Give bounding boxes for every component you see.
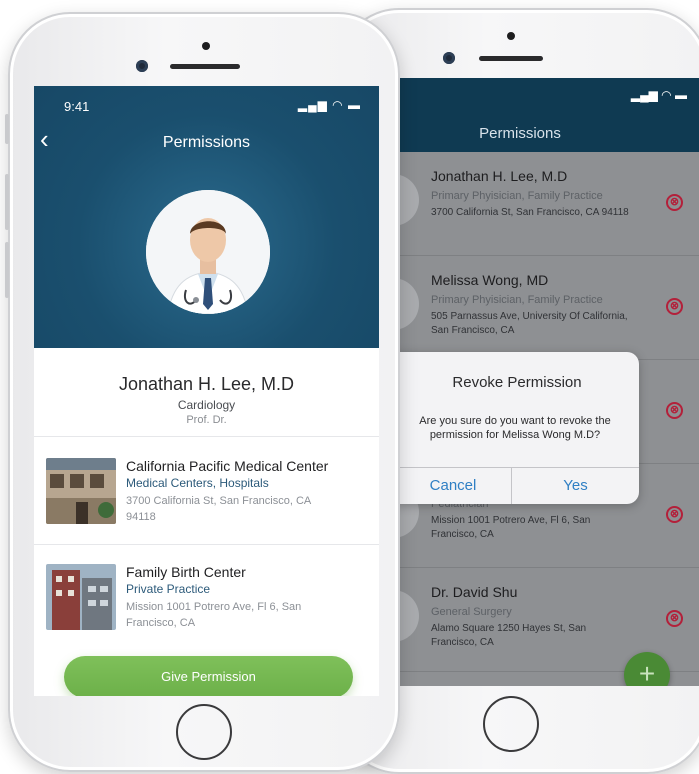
revoke-permission-dialog: Revoke Permission Are you sure do you wa… <box>395 352 639 504</box>
front-camera <box>136 60 148 72</box>
volume-button <box>5 174 9 230</box>
doctor-name: Dr. David Shu <box>431 584 518 600</box>
doctor-avatar <box>146 190 270 314</box>
dialog-title: Revoke Permission <box>452 374 582 391</box>
profile-specialty: Cardiology <box>177 398 236 412</box>
center-list-item[interactable]: Family Birth Center Private Practice Mis… <box>34 544 379 648</box>
center-address: Mission 1001 Potrero Ave, Fl 6, San Fran… <box>126 601 302 629</box>
profile-name: Jonathan H. Lee, M.D <box>118 374 295 394</box>
front-camera <box>443 52 455 64</box>
doctor-specialty: Primary Phyisician, Family Practice <box>431 294 603 306</box>
revoke-icon[interactable]: ⊗ <box>666 402 683 419</box>
back-status-icons: ▂▄▆ ◠ ▬ <box>630 88 687 102</box>
center-photo <box>46 564 116 630</box>
profile-title: Prof. Dr. <box>186 414 227 426</box>
doctor-specialty: Primary Phyisician, Family Practice <box>431 190 603 202</box>
revoke-icon[interactable]: ⊗ <box>666 506 683 523</box>
doctor-address: 505 Parnassus Ave, University Of Califor… <box>431 311 628 336</box>
revoke-icon[interactable]: ⊗ <box>666 610 683 627</box>
back-phone-screen: ▂▄▆ ◠ ▬ Permissions Jonathan H. Lee, M.D… <box>395 78 699 686</box>
building-photo-icon <box>46 564 116 630</box>
profile-header: 9:41 ▂▄▆ ◠ ▬ ‹ Permissions <box>34 86 379 348</box>
doctor-address: Mission 1001 Potrero Ave, Fl 6, San Fran… <box>431 515 591 540</box>
doctor-specialty: General Surgery <box>431 606 512 618</box>
center-type: Private Practice <box>126 582 211 596</box>
page-title: Permissions <box>162 134 251 151</box>
stage: ▂▄▆ ◠ ▬ Permissions Jonathan H. Lee, M.D… <box>0 0 699 774</box>
give-permission-button[interactable]: Give Permission <box>64 656 353 696</box>
proximity-sensor <box>507 32 515 40</box>
home-button[interactable] <box>176 704 232 760</box>
doctor-address: 3700 California St, San Francisco, CA 94… <box>431 207 629 218</box>
status-time: 9:41 <box>64 99 90 114</box>
volume-button <box>5 242 9 298</box>
center-address: 3700 California St, San Francisco, CA 94… <box>126 495 311 523</box>
doctor-name: Jonathan H. Lee, M.D <box>431 168 568 184</box>
front-phone-device: 9:41 ▂▄▆ ◠ ▬ ‹ Permissions Jonathan H. L… <box>5 12 400 772</box>
divider <box>34 436 379 437</box>
home-button[interactable] <box>483 696 539 752</box>
center-photo <box>46 458 116 524</box>
dialog-message: Are you sure do you want to revoke the p… <box>419 415 611 441</box>
building-photo-icon <box>46 458 116 524</box>
revoke-icon[interactable]: ⊗ <box>666 194 683 211</box>
cancel-button[interactable]: Cancel <box>395 468 511 504</box>
doctor-list-item[interactable]: Jonathan H. Lee, M.D Primary Phyisician,… <box>395 152 699 256</box>
earpiece-speaker <box>170 64 240 69</box>
back-header: ▂▄▆ ◠ ▬ Permissions <box>395 78 699 152</box>
center-list-item[interactable]: California Pacific Medical Center Medica… <box>34 438 379 542</box>
doctor-name: Melissa Wong, MD <box>431 272 549 288</box>
center-name: California Pacific Medical Center <box>126 458 329 474</box>
proximity-sensor <box>202 42 210 50</box>
yes-button[interactable]: Yes <box>512 468 639 504</box>
doctor-portrait-icon <box>146 190 270 314</box>
center-name: Family Birth Center <box>126 564 246 580</box>
mute-switch <box>5 114 9 144</box>
doctor-address: Alamo Square 1250 Hayes St, San Francisc… <box>431 623 587 648</box>
status-icons: ▂▄▆ ◠ ▬ <box>297 98 361 112</box>
revoke-icon[interactable]: ⊗ <box>666 298 683 315</box>
earpiece-speaker <box>479 56 543 61</box>
center-type: Medical Centers, Hospitals <box>126 476 269 490</box>
doctor-list-item[interactable]: Melissa Wong, MD Primary Phyisician, Fam… <box>395 256 699 360</box>
back-page-title: Permissions <box>479 125 561 142</box>
front-phone-screen: 9:41 ▂▄▆ ◠ ▬ ‹ Permissions Jonathan H. L… <box>34 86 379 696</box>
